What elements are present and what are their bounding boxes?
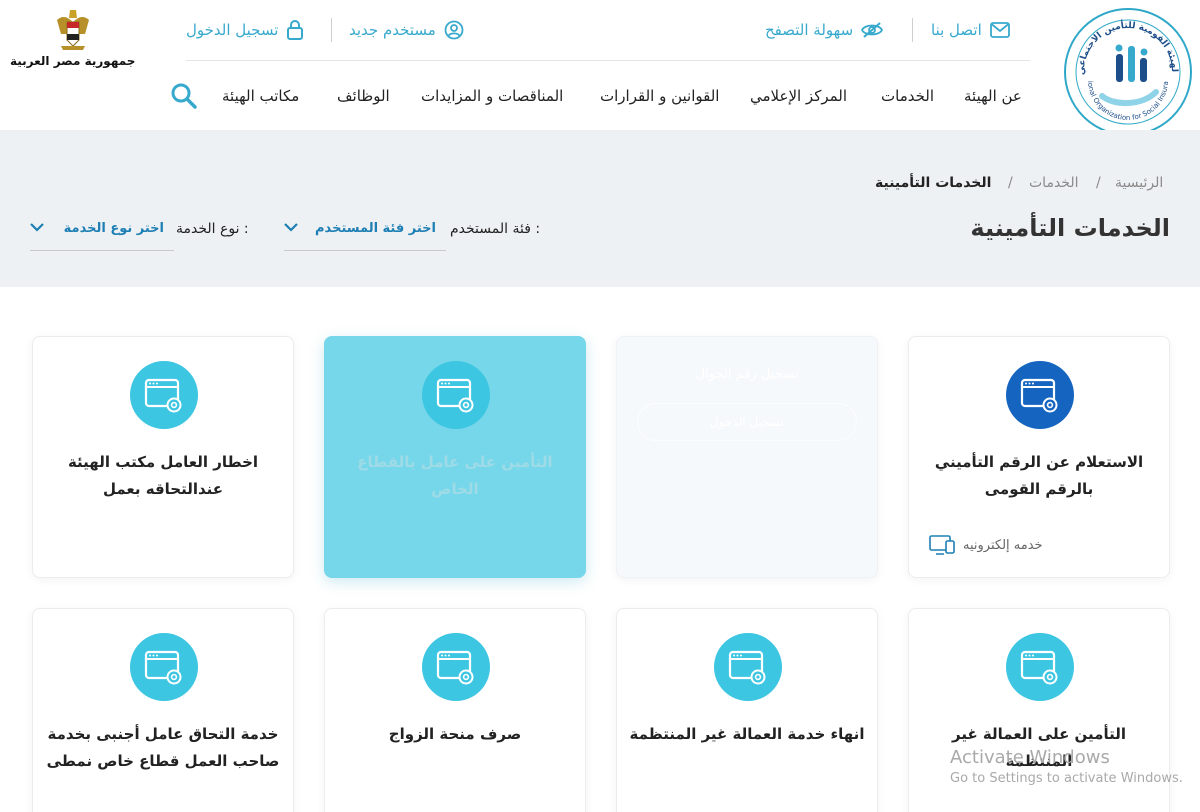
service-card-title: انهاء خدمة العمالة غير المنتظمة (629, 725, 865, 743)
service-card-title: التأمين على عامل بالقطاع الخاص (357, 453, 553, 498)
search-icon (171, 83, 197, 109)
chevron-down-icon (284, 223, 298, 232)
service-card[interactable]: خدمة التحاق عامل أجنبى بخدمة صاحب العمل … (32, 608, 294, 812)
browser-gear-icon (1006, 361, 1074, 429)
service-card-title: صرف منحة الزواج (388, 725, 522, 743)
nav-about[interactable]: عن الهيئة (964, 87, 1022, 111)
service-type-value: اختر نوع الخدمة (63, 221, 164, 236)
browser-gear-icon (130, 633, 198, 701)
user-category-label: فئة المستخدم : (450, 221, 541, 237)
browser-gear-icon (422, 633, 490, 701)
activation-watermark-title: Activate Windows (950, 747, 1110, 768)
contact-link[interactable]: اتصل بنا (931, 18, 1010, 42)
nav-laws[interactable]: القوانين و القرارات (600, 87, 719, 111)
browser-gear-icon (714, 633, 782, 701)
ghost-button: تسجيل الدخول (637, 403, 857, 441)
eye-slash-icon (861, 22, 884, 38)
new-user-label: مستخدم جديد (349, 21, 436, 39)
ghost-text: تسجيل رقم الجوال (695, 367, 799, 382)
chevron-down-icon (30, 223, 44, 232)
user-category-select[interactable]: اختر فئة المستخدم (284, 210, 446, 251)
search-button[interactable] (170, 82, 198, 110)
site-header: جمهورية مصر العربية تسجيل الدخول مستخدم … (0, 0, 1200, 136)
service-card-title: اخطار العامل مكتب الهيئة عندالتحاقه بعمل (67, 453, 259, 498)
e-service-label: خدمه إلكترونيه (963, 537, 1043, 553)
accessibility-link[interactable]: سهولة التصفح (765, 18, 884, 42)
nav-tenders[interactable]: المناقصات و المزايدات (421, 87, 563, 111)
country-name: جمهورية مصر العربية (10, 54, 136, 68)
browser-gear-icon (1006, 633, 1074, 701)
e-service-tag: خدمه إلكترونيه (929, 535, 1043, 555)
browser-gear-icon (130, 361, 198, 429)
user-circle-icon (444, 20, 464, 40)
header-divider (186, 60, 1030, 61)
envelope-icon (989, 22, 1010, 38)
user-category-value: اختر فئة المستخدم (315, 221, 436, 236)
page-banner: الرئيسية / الخدمات / الخدمات التأمينية ا… (0, 130, 1200, 287)
ghost-button-label: تسجيل الدخول (710, 415, 784, 429)
service-type-select[interactable]: اختر نوع الخدمة (30, 210, 174, 251)
service-card[interactable]: الاستعلام عن الرقم التأميني بالرقم القوم… (908, 336, 1170, 578)
top-divider (912, 18, 913, 42)
breadcrumb-current: الخدمات التأمينية (875, 175, 992, 191)
accessibility-label: سهولة التصفح (765, 21, 854, 39)
top-divider (331, 18, 332, 42)
org-logo-emblem: الهيئة القومية للتأمين الاجتماعي Nationa… (1066, 10, 1181, 125)
login-label: تسجيل الدخول (186, 21, 279, 39)
lock-icon (287, 20, 304, 40)
nav-offices[interactable]: مكاتب الهيئة (222, 87, 299, 111)
page: جمهورية مصر العربية تسجيل الدخول مستخدم … (0, 0, 1200, 812)
service-card[interactable]: انهاء خدمة العمالة غير المنتظمة (616, 608, 878, 812)
breadcrumb-services[interactable]: الخدمات (1029, 175, 1079, 191)
breadcrumb-separator: / (1008, 175, 1013, 191)
nav-services[interactable]: الخدمات (881, 87, 934, 111)
nav-jobs[interactable]: الوظائف (337, 87, 390, 111)
service-type-label: نوع الخدمة : (176, 221, 249, 237)
new-user-link[interactable]: مستخدم جديد (349, 18, 464, 42)
nav-media[interactable]: المركز الإعلامي (750, 87, 847, 111)
service-card-placeholder: تسجيل رقم الجوال تسجيل الدخول (616, 336, 878, 578)
org-logo[interactable]: الهيئة القومية للتأمين الاجتماعي Nationa… (1064, 8, 1192, 136)
page-title: الخدمات التأمينية (970, 214, 1170, 242)
service-card-title: الاستعلام عن الرقم التأميني بالرقم القوم… (934, 453, 1144, 498)
contact-label: اتصل بنا (931, 21, 982, 39)
service-card[interactable]: صرف منحة الزواج (324, 608, 586, 812)
login-link[interactable]: تسجيل الدخول (186, 18, 304, 42)
breadcrumb-home[interactable]: الرئيسية (1115, 175, 1163, 191)
service-card[interactable]: اخطار العامل مكتب الهيئة عندالتحاقه بعمل (32, 336, 294, 578)
breadcrumb-separator: / (1096, 175, 1101, 191)
service-card-title: خدمة التحاق عامل أجنبى بخدمة صاحب العمل … (46, 725, 280, 770)
service-card[interactable]: التأمين على عامل بالقطاع الخاص (324, 336, 586, 578)
activation-watermark-subtitle: Go to Settings to activate Windows. (950, 771, 1183, 786)
browser-gear-icon (422, 361, 490, 429)
monitor-icon (929, 535, 955, 555)
